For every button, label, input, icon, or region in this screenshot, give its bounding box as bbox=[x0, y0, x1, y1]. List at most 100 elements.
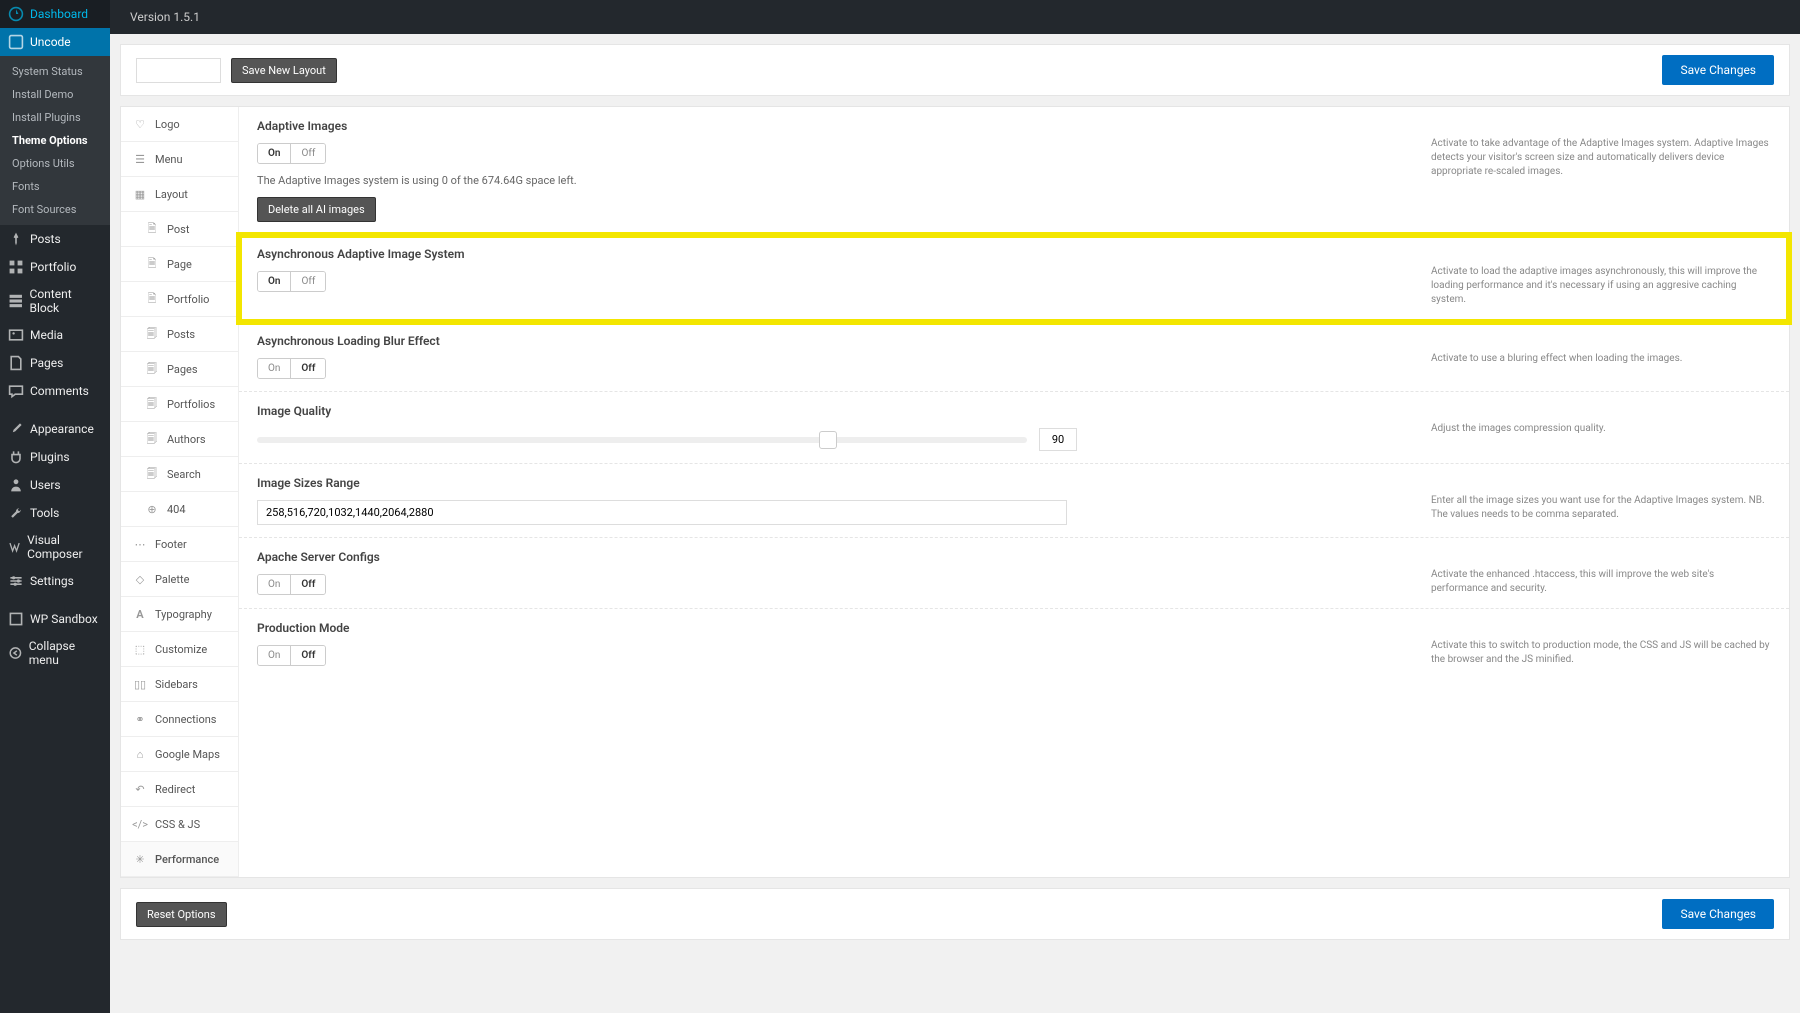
wordpress-admin-sidebar: Dashboard Uncode System Status Install D… bbox=[0, 0, 110, 1013]
tab-posts[interactable]: 🗐Posts bbox=[121, 317, 238, 352]
submenu-install-demo[interactable]: Install Demo bbox=[0, 83, 110, 106]
menu-wp-sandbox-label: WP Sandbox bbox=[30, 612, 98, 626]
uncode-submenu: System Status Install Demo Install Plugi… bbox=[0, 56, 110, 225]
tab-portfolio-detail[interactable]: 🗎Portfolio bbox=[121, 282, 238, 317]
tab-css-js[interactable]: </>CSS & JS bbox=[121, 807, 238, 842]
tab-post-detail[interactable]: 🗎Post bbox=[121, 212, 238, 247]
version-topbar: Version 1.5.1 bbox=[110, 0, 1800, 34]
production-off[interactable]: Off bbox=[291, 646, 325, 665]
submenu-font-sources[interactable]: Font Sources bbox=[0, 198, 110, 221]
tab-palette-label: Palette bbox=[155, 573, 189, 586]
reset-options-button[interactable]: Reset Options bbox=[136, 902, 227, 927]
tab-performance-label: Performance bbox=[155, 853, 219, 866]
sandbox-icon bbox=[8, 611, 24, 627]
footer-action-bar: Reset Options Save Changes bbox=[120, 888, 1790, 940]
page-icon: 🗎 bbox=[145, 257, 159, 271]
submenu-options-utils[interactable]: Options Utils bbox=[0, 152, 110, 175]
adaptive-images-title: Adaptive Images bbox=[257, 119, 1431, 133]
menu-plugins[interactable]: Plugins bbox=[0, 443, 110, 471]
submenu-fonts[interactable]: Fonts bbox=[0, 175, 110, 198]
tab-connections[interactable]: ⚭Connections bbox=[121, 702, 238, 737]
tab-404[interactable]: ⊕ 404 bbox=[121, 492, 238, 527]
tab-palette[interactable]: ◇ Palette bbox=[121, 562, 238, 597]
blur-effect-on[interactable]: On bbox=[258, 359, 291, 378]
menu-settings[interactable]: Settings bbox=[0, 567, 110, 595]
tab-authors[interactable]: 🗐Authors bbox=[121, 422, 238, 457]
menu-uncode[interactable]: Uncode bbox=[0, 28, 110, 56]
submenu-theme-options[interactable]: Theme Options bbox=[0, 129, 110, 152]
blur-effect-title: Asynchronous Loading Blur Effect bbox=[257, 334, 1431, 348]
image-sizes-title: Image Sizes Range bbox=[257, 476, 1431, 490]
apache-off[interactable]: Off bbox=[291, 575, 325, 594]
tab-google-maps[interactable]: ⌂Google Maps bbox=[121, 737, 238, 772]
tab-404-label: 404 bbox=[167, 503, 186, 516]
tab-footer[interactable]: ⋯ Footer bbox=[121, 527, 238, 562]
tab-performance[interactable]: ✳Performance bbox=[121, 842, 238, 877]
tab-typography[interactable]: ATypography bbox=[121, 597, 238, 632]
menu-collapse-label: Collapse menu bbox=[29, 639, 102, 667]
menu-pages[interactable]: Pages bbox=[0, 349, 110, 377]
async-adaptive-title: Asynchronous Adaptive Image System bbox=[257, 247, 1431, 261]
menu-appearance[interactable]: Appearance bbox=[0, 415, 110, 443]
menu-tools[interactable]: Tools bbox=[0, 499, 110, 527]
apache-on[interactable]: On bbox=[258, 575, 291, 594]
menu-content-block-label: Content Block bbox=[30, 287, 102, 315]
menu-appearance-label: Appearance bbox=[30, 422, 94, 436]
slider-thumb[interactable] bbox=[819, 431, 837, 449]
menu-posts-label: Posts bbox=[30, 232, 61, 246]
menu-comments[interactable]: Comments bbox=[0, 377, 110, 405]
submenu-system-status[interactable]: System Status bbox=[0, 60, 110, 83]
tab-layout[interactable]: ▦Layout bbox=[121, 177, 238, 212]
tab-page-detail[interactable]: 🗎Page bbox=[121, 247, 238, 282]
dashboard-icon bbox=[8, 6, 24, 22]
tab-search-label: Search bbox=[167, 468, 201, 481]
image-quality-value[interactable] bbox=[1039, 428, 1077, 451]
heart-icon: ♡ bbox=[133, 117, 147, 131]
menu-portfolio[interactable]: Portfolio bbox=[0, 253, 110, 281]
drop-icon: ◇ bbox=[133, 572, 147, 586]
tab-logo[interactable]: ♡Logo bbox=[121, 107, 238, 142]
image-quality-help: Adjust the images compression quality. bbox=[1431, 404, 1771, 451]
production-help: Activate this to switch to production mo… bbox=[1431, 621, 1771, 667]
image-quality-slider[interactable] bbox=[257, 437, 1027, 443]
save-new-layout-button[interactable]: Save New Layout bbox=[231, 58, 337, 83]
tab-menu[interactable]: ☰Menu bbox=[121, 142, 238, 177]
save-changes-button-bottom[interactable]: Save Changes bbox=[1662, 899, 1774, 929]
blur-effect-off[interactable]: Off bbox=[291, 359, 325, 378]
image-sizes-input[interactable] bbox=[257, 500, 1067, 525]
image-quality-title: Image Quality bbox=[257, 404, 1431, 418]
save-changes-button-top[interactable]: Save Changes bbox=[1662, 55, 1774, 85]
adaptive-images-on[interactable]: On bbox=[258, 144, 291, 163]
adaptive-images-off[interactable]: Off bbox=[291, 144, 325, 163]
tab-redirect[interactable]: ↶Redirect bbox=[121, 772, 238, 807]
tab-customize[interactable]: ⬚Customize bbox=[121, 632, 238, 667]
async-adaptive-off[interactable]: Off bbox=[291, 272, 325, 291]
user-icon bbox=[8, 477, 24, 493]
menu-wp-sandbox[interactable]: WP Sandbox bbox=[0, 605, 110, 633]
menu-posts[interactable]: Posts bbox=[0, 225, 110, 253]
setting-image-sizes: Image Sizes Range Enter all the image si… bbox=[239, 464, 1789, 538]
production-on[interactable]: On bbox=[258, 646, 291, 665]
async-adaptive-on[interactable]: On bbox=[258, 272, 291, 291]
globe-icon: ⊕ bbox=[145, 502, 159, 516]
submenu-install-plugins[interactable]: Install Plugins bbox=[0, 106, 110, 129]
tab-redirect-label: Redirect bbox=[155, 783, 195, 796]
menu-users[interactable]: Users bbox=[0, 471, 110, 499]
delete-ai-images-button[interactable]: Delete all AI images bbox=[257, 197, 376, 222]
stack-icon: 🗐 bbox=[145, 397, 159, 411]
settings-panel: Adaptive Images On Off The Adaptive Imag… bbox=[239, 107, 1789, 877]
tab-footer-label: Footer bbox=[155, 538, 187, 551]
tab-search[interactable]: 🗐Search bbox=[121, 457, 238, 492]
menu-content-block[interactable]: Content Block bbox=[0, 281, 110, 321]
menu-collapse[interactable]: Collapse menu bbox=[0, 633, 110, 673]
menu-portfolio-label: Portfolio bbox=[30, 260, 76, 274]
layout-name-input[interactable] bbox=[136, 58, 221, 83]
tab-portfolios[interactable]: 🗐Portfolios bbox=[121, 387, 238, 422]
tab-sidebars[interactable]: ▯▯Sidebars bbox=[121, 667, 238, 702]
menu-media[interactable]: Media bbox=[0, 321, 110, 349]
tab-post-label: Post bbox=[167, 223, 189, 236]
menu-dashboard[interactable]: Dashboard bbox=[0, 0, 110, 28]
tab-pages[interactable]: 🗐Pages bbox=[121, 352, 238, 387]
menu-visual-composer[interactable]: Visual Composer bbox=[0, 527, 110, 567]
dots-icon: ⋯ bbox=[133, 537, 147, 551]
